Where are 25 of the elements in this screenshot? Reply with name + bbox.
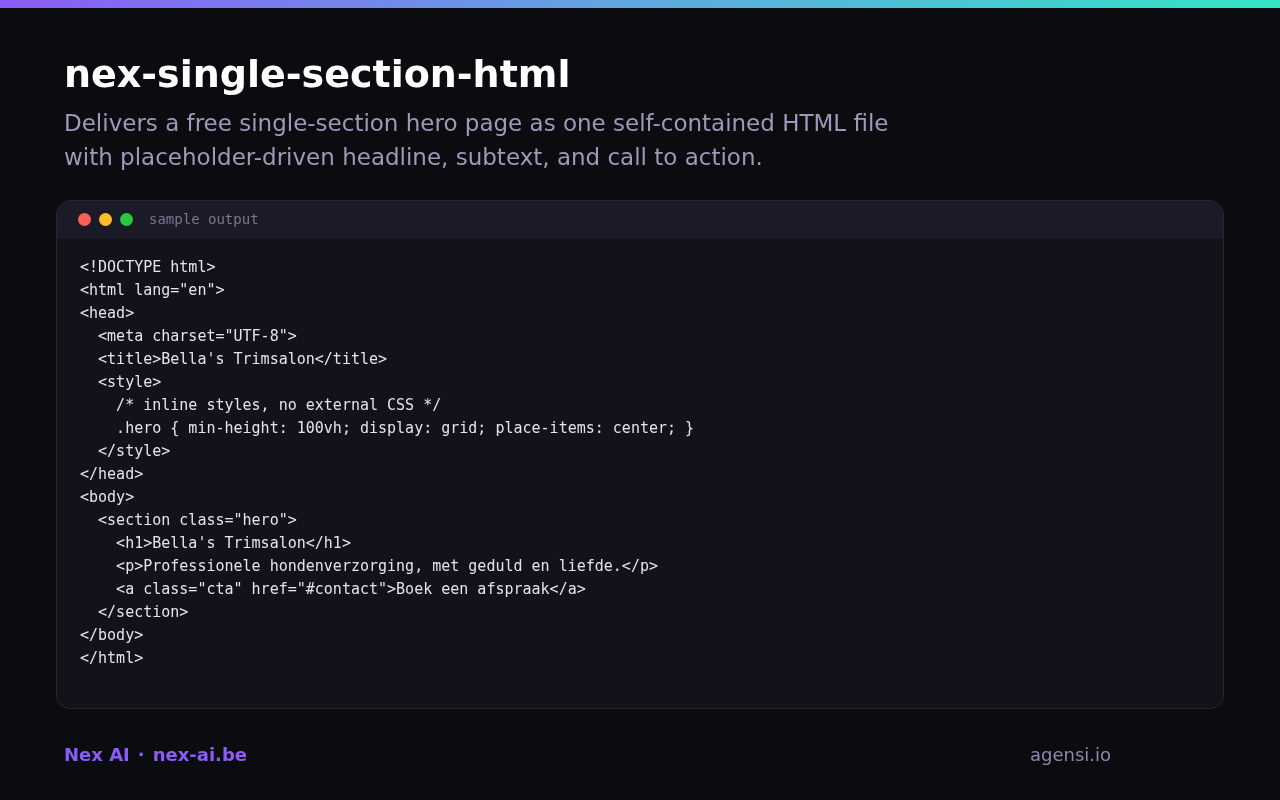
window-label: sample output bbox=[149, 210, 259, 230]
code-line: </body> bbox=[80, 624, 144, 646]
code-line: <title>Bella's Trimsalon</title> bbox=[97, 348, 388, 370]
code-line: <!DOCTYPE html> bbox=[80, 256, 216, 278]
page-title: nex-single-section-html bbox=[64, 52, 572, 98]
code-line: /* inline styles, no external CSS */ bbox=[115, 394, 442, 416]
code-line: </style> bbox=[97, 440, 171, 462]
code-line: </section> bbox=[97, 601, 189, 623]
separator-dot: · bbox=[137, 742, 145, 767]
code-line: .hero { min-height: 100vh; display: grid; place-items: center; } bbox=[115, 417, 695, 439]
code-line: <style> bbox=[97, 371, 162, 393]
code-line: <h1>Bella's Trimsalon</h1> bbox=[115, 532, 351, 554]
code-line: <p>Professionele hondenverzorging, met geduld en liefde.</p> bbox=[115, 555, 658, 577]
code-line: <a class="cta" href="#contact">Boek een afspraak</a> bbox=[115, 578, 586, 600]
code-line: </head> bbox=[80, 463, 144, 485]
credit-text: agensi.io bbox=[1029, 742, 1111, 767]
site-link[interactable]: nex-ai.be bbox=[152, 740, 247, 768]
code-line: <head> bbox=[80, 302, 135, 324]
code-line: <html lang="en"> bbox=[80, 279, 225, 301]
brand-name: Nex AI bbox=[64, 742, 130, 767]
code-line: <section class="hero"> bbox=[97, 509, 297, 531]
code-line: </html> bbox=[80, 647, 144, 669]
code-line: <meta charset="UTF-8"> bbox=[97, 325, 297, 347]
page-description: Delivers a free single-section hero page as one self-contained HTML file with placeholder-driven headline, subtext, and call to action. bbox=[64, 108, 890, 172]
code-line: <body> bbox=[80, 486, 135, 508]
